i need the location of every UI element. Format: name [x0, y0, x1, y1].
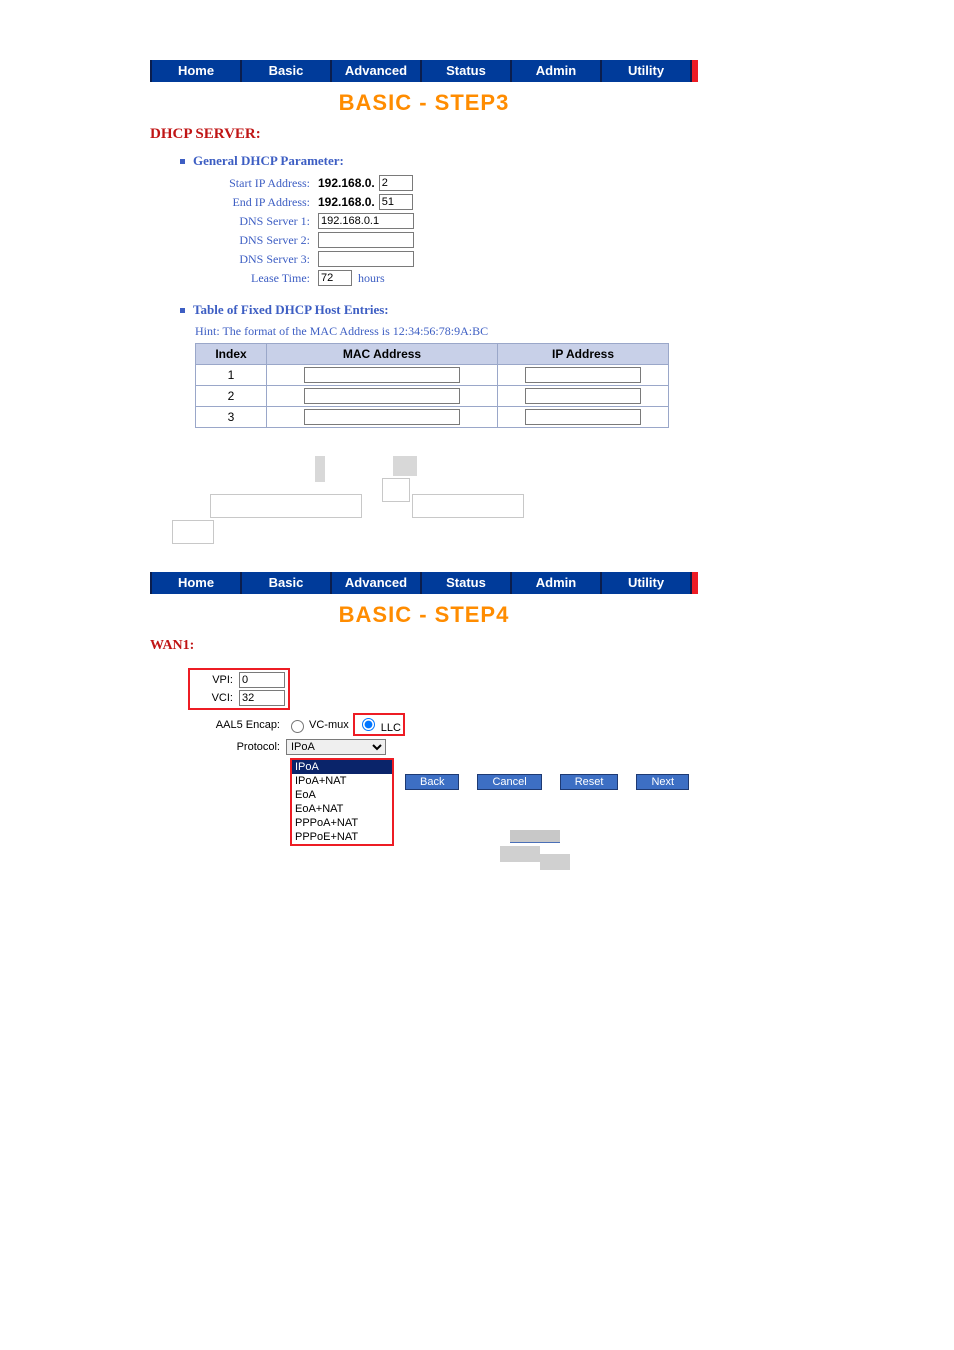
protocol-dropdown-open: IPoA IPoA+NAT EoA EoA+NAT PPPoA+NAT PPPo…: [290, 758, 394, 846]
protocol-label: Protocol:: [190, 741, 286, 753]
nav-home[interactable]: Home: [150, 572, 242, 594]
start-ip-prefix: 192.168.0.: [318, 176, 375, 190]
aal5-llc-highlight: LLC: [353, 713, 405, 736]
dns3-input[interactable]: [318, 251, 414, 267]
col-ip: IP Address: [498, 344, 669, 365]
row1-mac-input[interactable]: [304, 367, 460, 383]
row2-mac-input[interactable]: [304, 388, 460, 404]
protocol-option-eoa-nat[interactable]: EoA+NAT: [292, 802, 392, 816]
bullet-icon: [180, 308, 185, 313]
protocol-option-eoa[interactable]: EoA: [292, 788, 392, 802]
protocol-option-ipoa-nat[interactable]: IPoA+NAT: [292, 774, 392, 788]
nav-status[interactable]: Status: [422, 60, 512, 82]
start-ip-label: Start IP Address:: [190, 176, 318, 191]
fixed-host-table: Index MAC Address IP Address 1 2 3: [195, 343, 669, 428]
back-button[interactable]: Back: [405, 774, 459, 790]
row1-index: 1: [196, 365, 267, 386]
dns3-label: DNS Server 3:: [190, 252, 318, 267]
nav-status[interactable]: Status: [422, 572, 512, 594]
wizard-buttons: Back Cancel Reset Next: [405, 774, 698, 790]
dns1-label: DNS Server 1:: [190, 214, 318, 229]
end-ip-input[interactable]: [379, 194, 413, 210]
aal5-llc-label: LLC: [381, 722, 401, 734]
dhcp-server-heading: DHCP SERVER:: [150, 126, 698, 143]
bullet-icon: [180, 159, 185, 164]
next-button[interactable]: Next: [636, 774, 689, 790]
table-row: 3: [196, 407, 669, 428]
row3-index: 3: [196, 407, 267, 428]
navbar-step4: Home Basic Advanced Status Admin Utility: [150, 572, 698, 594]
row1-ip-input[interactable]: [525, 367, 641, 383]
nav-admin[interactable]: Admin: [512, 60, 602, 82]
lease-input[interactable]: [318, 270, 352, 286]
vci-input[interactable]: [239, 690, 285, 706]
navbar-step3: Home Basic Advanced Status Admin Utility: [150, 60, 698, 82]
cancel-button[interactable]: Cancel: [477, 774, 541, 790]
nav-utility[interactable]: Utility: [602, 60, 692, 82]
nav-basic[interactable]: Basic: [242, 60, 332, 82]
protocol-option-pppoa-nat[interactable]: PPPoA+NAT: [292, 816, 392, 830]
protocol-option-pppoe-nat[interactable]: PPPoE+NAT: [292, 830, 392, 844]
nav-utility[interactable]: Utility: [602, 572, 692, 594]
table-row: 2: [196, 386, 669, 407]
reset-button[interactable]: Reset: [560, 774, 619, 790]
step3-title: BASIC - STEP3: [150, 90, 698, 116]
lease-label: Lease Time:: [190, 271, 318, 286]
nav-advanced[interactable]: Advanced: [332, 572, 422, 594]
protocol-option-ipoa[interactable]: IPoA: [292, 760, 392, 774]
col-index: Index: [196, 344, 267, 365]
general-dhcp-label: General DHCP Parameter:: [193, 153, 344, 169]
nav-home[interactable]: Home: [150, 60, 242, 82]
aal5-vcmux-radio[interactable]: [291, 720, 304, 733]
end-ip-label: End IP Address:: [190, 195, 318, 210]
start-ip-input[interactable]: [379, 175, 413, 191]
fixed-host-heading: Table of Fixed DHCP Host Entries:: [180, 302, 698, 318]
dns2-input[interactable]: [318, 232, 414, 248]
vpi-vci-highlight: VPI: VCI:: [188, 668, 290, 710]
bottom-placeholders: [500, 830, 698, 885]
vpi-input[interactable]: [239, 672, 285, 688]
step3-panel: Home Basic Advanced Status Admin Utility…: [150, 60, 698, 546]
mac-hint: Hint: The format of the MAC Address is 1…: [195, 324, 698, 339]
end-ip-prefix: 192.168.0.: [318, 195, 375, 209]
step4-panel: Home Basic Advanced Status Admin Utility…: [150, 572, 698, 885]
col-mac: MAC Address: [267, 344, 498, 365]
aal5-vcmux-label: VC-mux: [309, 719, 349, 731]
row2-ip-input[interactable]: [525, 388, 641, 404]
nav-advanced[interactable]: Advanced: [332, 60, 422, 82]
protocol-select[interactable]: IPoA: [286, 739, 386, 755]
row3-ip-input[interactable]: [525, 409, 641, 425]
aal5-llc-radio[interactable]: [362, 718, 375, 731]
dns1-input[interactable]: [318, 213, 414, 229]
nav-basic[interactable]: Basic: [242, 572, 332, 594]
vpi-label: VPI:: [193, 674, 239, 686]
aal5-label: AAL5 Encap:: [190, 719, 286, 731]
dns2-label: DNS Server 2:: [190, 233, 318, 248]
table-row: 1: [196, 365, 669, 386]
row2-index: 2: [196, 386, 267, 407]
fixed-host-label: Table of Fixed DHCP Host Entries:: [193, 302, 389, 318]
wan1-heading: WAN1:: [150, 638, 698, 654]
step4-title: BASIC - STEP4: [150, 602, 698, 628]
lease-unit: hours: [358, 271, 385, 286]
nav-admin[interactable]: Admin: [512, 572, 602, 594]
row3-mac-input[interactable]: [304, 409, 460, 425]
vci-label: VCI:: [193, 692, 239, 704]
general-dhcp-heading: General DHCP Parameter:: [180, 153, 698, 169]
ghost-placeholders: [150, 446, 698, 546]
